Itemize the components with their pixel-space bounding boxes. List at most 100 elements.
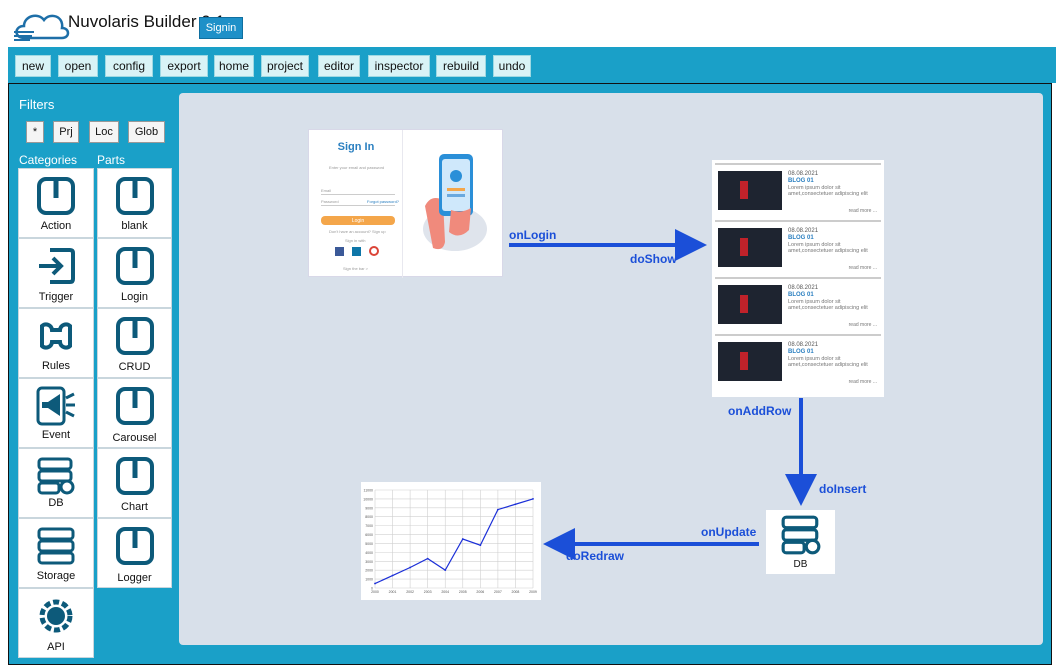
chart-y-tick-label: 10000 — [363, 497, 373, 501]
open-button[interactable]: open — [58, 55, 98, 77]
category-label: API — [47, 641, 65, 653]
login-node[interactable]: Sign In Enter your email and password Em… — [308, 129, 503, 278]
chart-y-tick-label: 6000 — [365, 533, 373, 537]
blog-card[interactable]: 08.08.2021 BLOG 01 Lorem ipsum dolor sit… — [715, 220, 881, 274]
category-label: Rules — [41, 360, 71, 372]
read-more-link[interactable]: read more ... — [849, 322, 877, 328]
blog-title: BLOG 01 — [788, 178, 814, 184]
signin-with-label: Sign in with — [345, 238, 366, 243]
flow-canvas[interactable]: onLogin doShow onAddRow doInsert onUpdat… — [179, 93, 1043, 645]
blog-card[interactable]: 08.08.2021 BLOG 01 Lorem ipsum dolor sit… — [715, 163, 881, 217]
email-field[interactable] — [321, 194, 395, 195]
filter-project-button[interactable]: Prj — [53, 121, 79, 143]
blog-date: 08.08.2021 — [788, 228, 819, 234]
edge-label-onaddrow: onAddRow — [728, 404, 792, 418]
trigger-icon — [39, 248, 75, 284]
db-node[interactable]: DB — [766, 510, 835, 574]
phone-hand-illustration-icon — [423, 154, 487, 251]
chart-x-tick-label: 2002 — [406, 590, 414, 594]
category-api[interactable]: API — [18, 588, 94, 658]
export-button[interactable]: export — [160, 55, 208, 77]
signin-footer: Sign the bar > — [343, 266, 369, 271]
login-button[interactable]: Login — [321, 216, 395, 225]
email-label: Email — [321, 188, 332, 193]
blog-thumbnail — [718, 171, 782, 210]
action-icon — [37, 177, 75, 215]
edge-label-doshow: doShow — [630, 252, 677, 266]
filter-global-button[interactable]: Glob — [128, 121, 165, 143]
blog-thumbnail — [718, 342, 782, 381]
chart-y-tick-label: 9000 — [365, 506, 373, 510]
chart-y-tick-label: 11000 — [364, 489, 374, 493]
new-button[interactable]: new — [15, 55, 51, 77]
chart-point — [461, 538, 464, 540]
read-more-link[interactable]: read more ... — [849, 265, 877, 271]
part-label: blank — [121, 220, 148, 232]
forgot-password-link[interactable]: Forgot password? — [367, 199, 399, 204]
chart-y-tick-label: 7000 — [365, 524, 373, 528]
category-action[interactable]: Action — [18, 168, 94, 238]
inspector-button[interactable]: inspector — [368, 55, 430, 77]
part-chart[interactable]: Chart — [97, 448, 172, 518]
blog-date: 08.08.2021 — [788, 285, 819, 291]
category-trigger[interactable]: Trigger — [18, 238, 94, 308]
megaphone-icon — [36, 386, 75, 426]
blog-card[interactable]: 08.08.2021 BLOG 01 Lorem ipsum dolor sit… — [715, 277, 881, 331]
database-icon — [781, 515, 821, 555]
blog-date: 08.08.2021 — [788, 171, 819, 177]
chart-node[interactable]: 0 1000 2000 3000 4000 5000 6000 7000 8000 9000 100… — [361, 482, 541, 600]
filter-local-button[interactable]: Loc — [89, 121, 119, 143]
chart-y-tick-label: 8000 — [365, 515, 373, 519]
category-label: Trigger — [38, 291, 74, 303]
blog-thumbnail — [718, 285, 782, 324]
password-field[interactable] — [321, 205, 395, 206]
carousel-part-icon — [115, 387, 154, 425]
config-button[interactable]: config — [105, 55, 153, 77]
workspace: Filters * Prj Loc Glob Categories Parts … — [8, 83, 1052, 665]
part-login[interactable]: Login — [97, 238, 172, 308]
line-chart: 0100020003000400050006000700080009000100… — [363, 489, 537, 595]
home-button[interactable]: home — [214, 55, 254, 77]
toolbar: new open config export home project edit… — [8, 47, 1056, 83]
category-event[interactable]: Event — [18, 378, 94, 448]
chart-x-tick-label: 2006 — [476, 590, 484, 594]
blog-text: Lorem ipsum dolor sit amet,consectetuer … — [788, 299, 868, 311]
part-label: Chart — [121, 501, 148, 513]
chart-point — [409, 566, 412, 569]
project-button[interactable]: project — [261, 55, 309, 77]
category-storage[interactable]: Storage — [18, 518, 94, 588]
part-carousel[interactable]: Carousel — [97, 378, 172, 448]
rebuild-button[interactable]: rebuild — [436, 55, 486, 77]
part-crud[interactable]: CRUD — [97, 308, 172, 378]
chart-point — [391, 574, 394, 577]
blog-text: Lorem ipsum dolor sit amet,consectetuer … — [788, 185, 868, 197]
category-db[interactable]: DB — [18, 448, 94, 518]
editor-button[interactable]: editor — [318, 55, 360, 77]
header: Nuvolaris Builder 0.1 Signin — [0, 0, 1064, 46]
google-icon[interactable] — [369, 246, 379, 256]
signin-button[interactable]: Signin — [199, 17, 243, 39]
blog-title: BLOG 01 — [788, 349, 814, 355]
undo-button[interactable]: undo — [493, 55, 531, 77]
blog-list-node[interactable]: 08.08.2021 BLOG 01 Lorem ipsum dolor sit… — [712, 160, 884, 397]
facebook-icon[interactable] — [335, 247, 344, 256]
read-more-link[interactable]: read more ... — [849, 379, 877, 385]
read-more-link[interactable]: read more ... — [849, 208, 877, 214]
blank-part-icon — [115, 177, 154, 215]
category-label: Storage — [36, 570, 76, 582]
chart-y-tick-label: 2000 — [365, 569, 373, 573]
rules-icon — [40, 322, 72, 350]
cloud-logo-icon — [14, 14, 70, 41]
filter-all-button[interactable]: * — [26, 121, 44, 143]
part-logger[interactable]: Logger — [97, 518, 172, 588]
chart-x-tick-label: 2000 — [371, 590, 379, 594]
signup-link[interactable]: Don't have an account? Sign up — [329, 229, 386, 234]
linkedin-icon[interactable] — [352, 247, 361, 256]
part-label: Carousel — [112, 432, 157, 444]
part-blank[interactable]: blank — [97, 168, 172, 238]
blog-card[interactable]: 08.08.2021 BLOG 01 Lorem ipsum dolor sit… — [715, 334, 881, 388]
chart-point — [444, 569, 447, 572]
db-node-label: DB — [793, 559, 808, 570]
chart-x-tick-label: 2009 — [529, 590, 537, 594]
category-rules[interactable]: Rules — [18, 308, 94, 378]
